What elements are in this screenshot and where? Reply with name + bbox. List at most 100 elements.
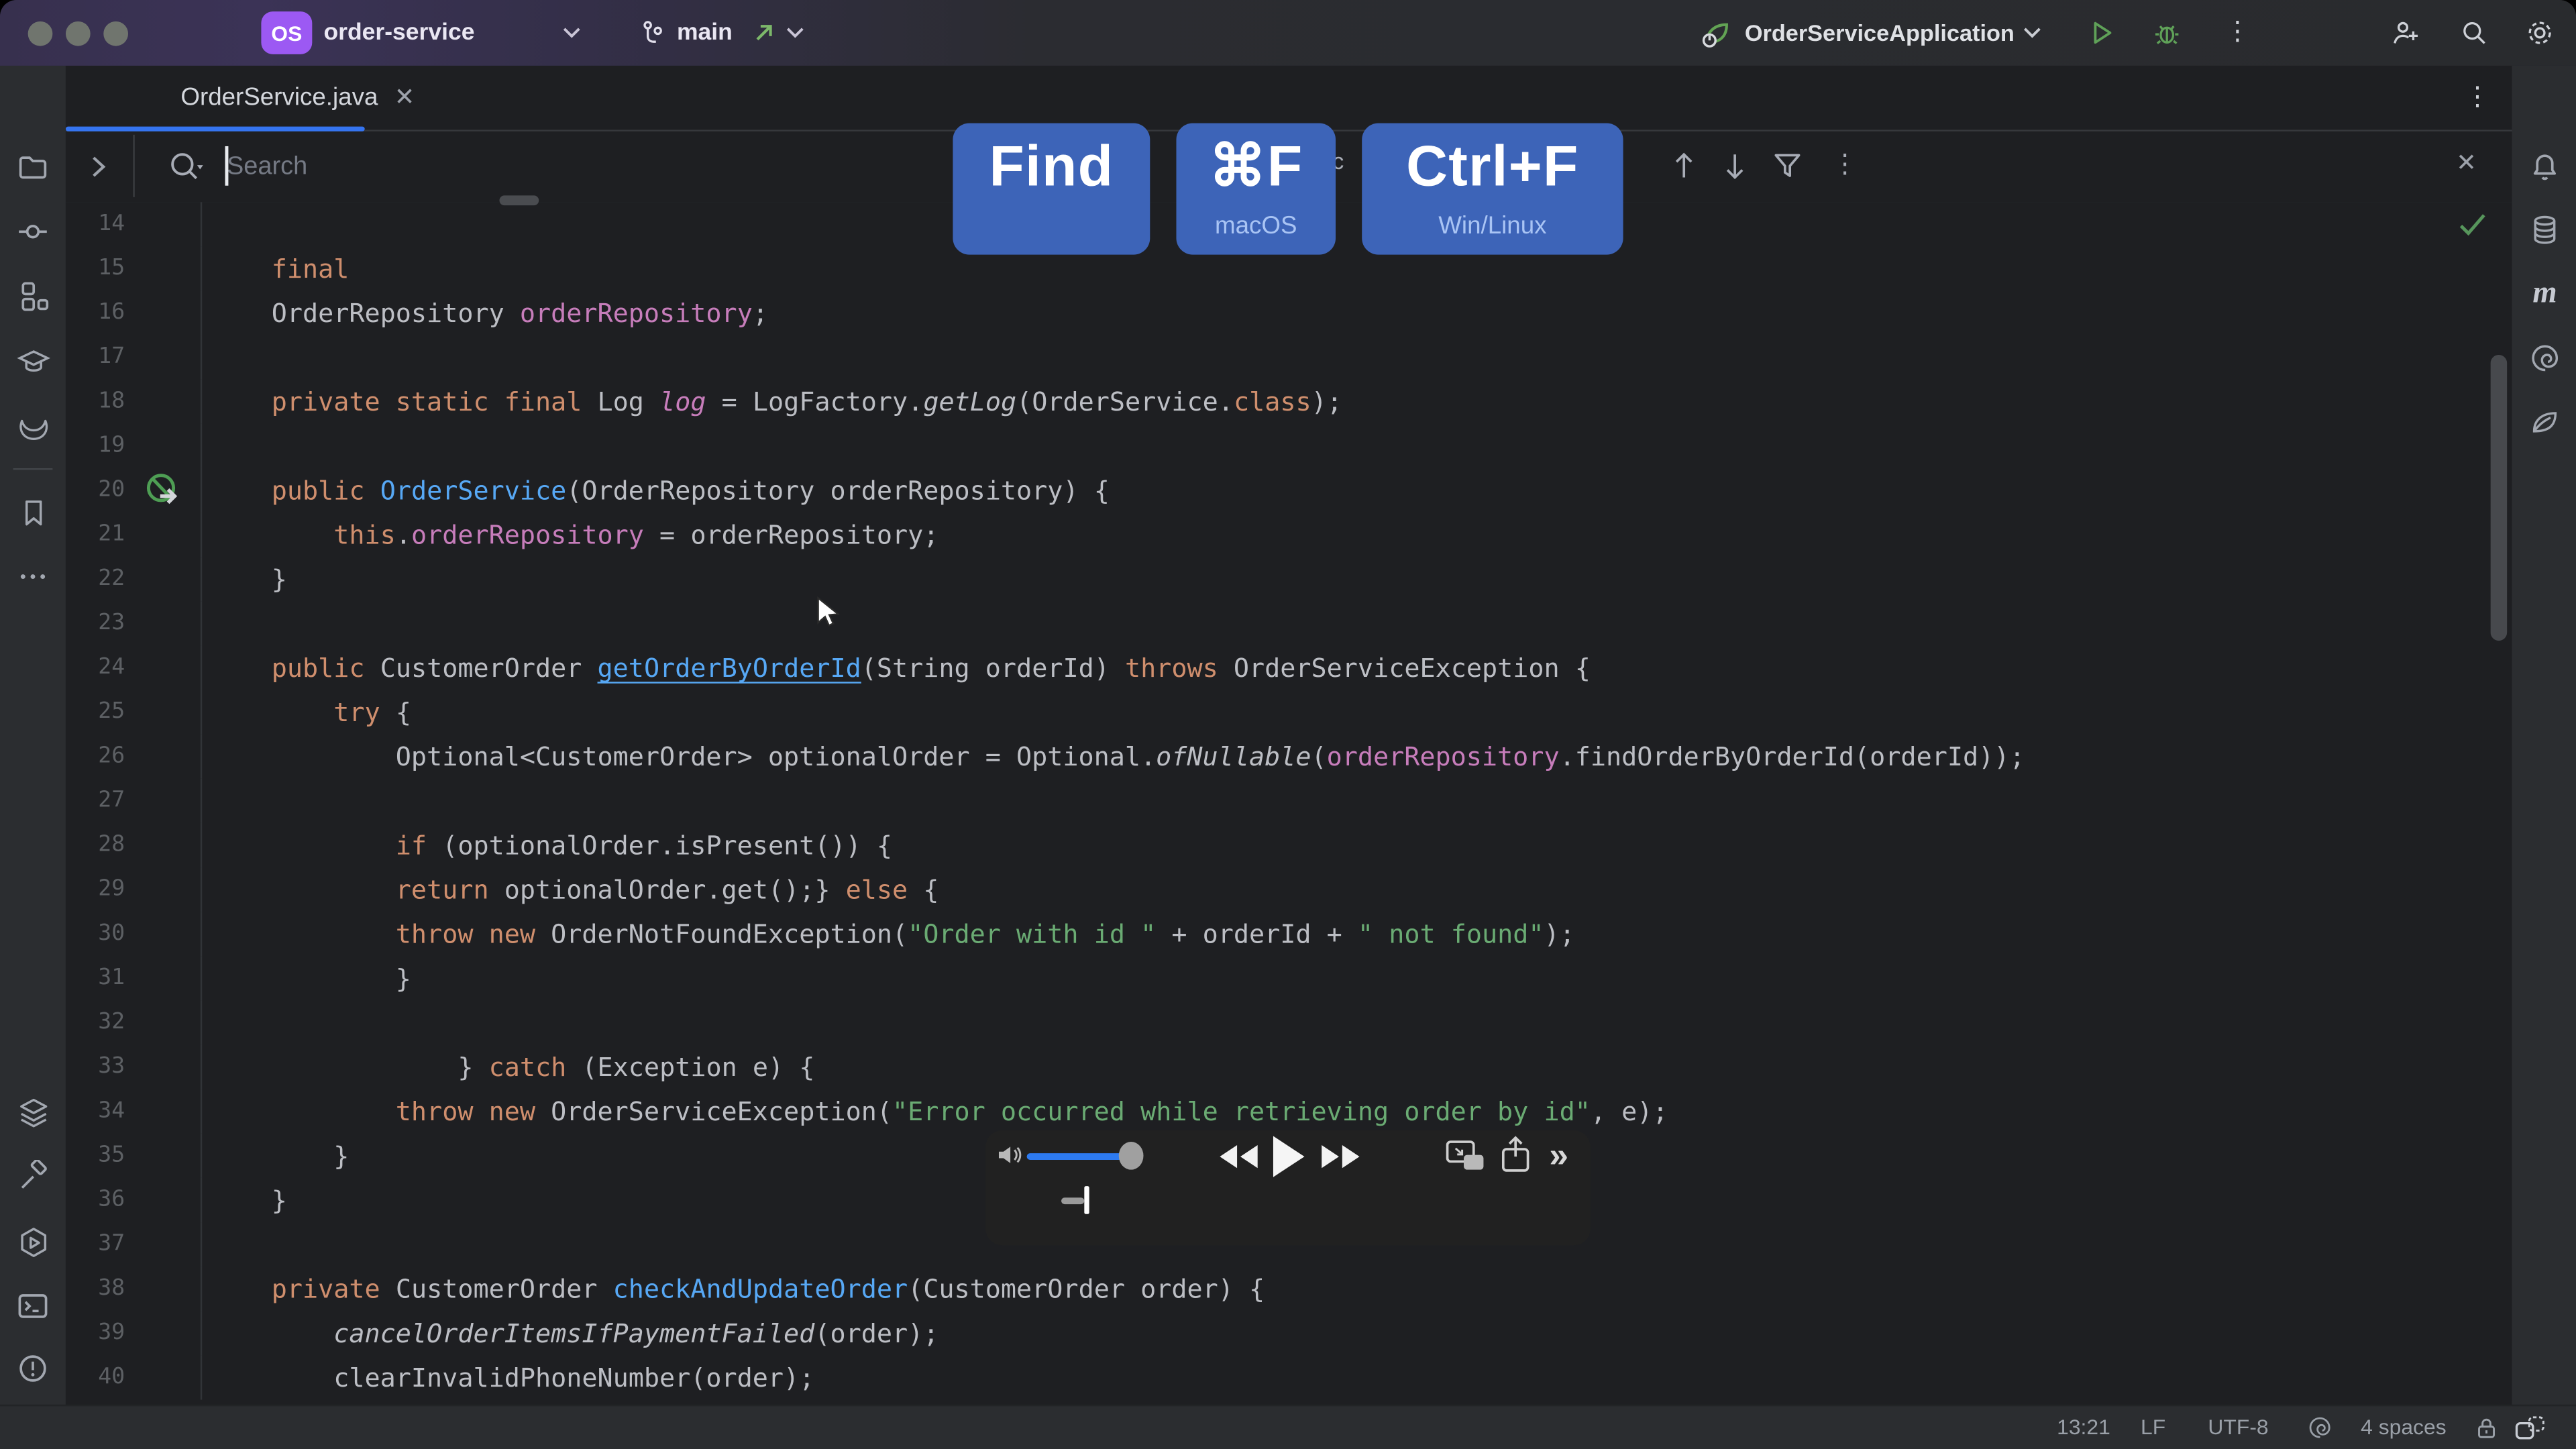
ai-status-swirl-icon[interactable] [2306,1415,2332,1441]
inspections-ok-check-icon[interactable] [2458,212,2487,237]
gutter[interactable] [125,1311,201,1355]
gutter[interactable] [125,1267,201,1311]
code-line[interactable]: 31 } [66,956,2512,1000]
window-close-button[interactable] [27,21,52,46]
code-text[interactable]: public CustomerOrder getOrderByOrderId(S… [201,645,1591,690]
window-minimize-button[interactable] [65,21,90,46]
gutter[interactable] [125,735,201,779]
code-text[interactable]: throw new OrderNotFoundException("Order … [201,912,1575,956]
code-line[interactable]: 24 public CustomerOrder getOrderByOrderI… [66,645,2512,690]
code-text[interactable]: } [201,1134,350,1178]
code-text[interactable]: } [201,1178,287,1222]
gutter[interactable] [125,1089,201,1134]
search-options-kebab[interactable]: ⋮ [1832,150,1858,182]
gutter[interactable] [125,202,201,246]
gutter[interactable] [125,424,201,468]
settings-gear-icon[interactable] [2525,18,2555,48]
search-everywhere-icon[interactable] [2459,18,2489,48]
problems-tool-icon[interactable] [15,1350,51,1387]
code-text[interactable] [201,335,209,380]
gutter[interactable] [125,1222,201,1267]
debug-button[interactable] [2152,18,2182,48]
build-hammer-icon[interactable] [15,1159,51,1195]
code-text[interactable]: cancelOrderItemsIfPaymentFailed(order); [201,1311,939,1355]
indent-style[interactable]: 4 spaces [2361,1406,2446,1449]
database-tool-icon[interactable] [2527,212,2563,248]
more-tool-windows-icon[interactable] [15,559,51,595]
file-encoding[interactable]: UTF-8 [2208,1406,2268,1449]
gutter[interactable] [125,290,201,335]
next-occurrence-icon[interactable] [1723,150,1746,182]
previous-occurrence-icon[interactable] [1672,150,1695,182]
code-line[interactable]: 25 try { [66,690,2512,735]
code-line[interactable]: 27 [66,779,2512,823]
gutter[interactable] [125,468,201,513]
code-text[interactable]: OrderRepository orderRepository; [201,290,768,335]
code-text[interactable]: try { [201,690,411,735]
tab-options-kebab[interactable]: ⋮ [2464,82,2490,115]
gutter[interactable] [125,1355,201,1399]
add-user-icon[interactable] [2390,18,2420,48]
project-selector[interactable]: order-service [323,0,474,66]
code-text[interactable] [201,601,209,645]
code-line[interactable]: 29 return optionalOrder.get();} else { [66,867,2512,912]
code-text[interactable] [201,1000,209,1044]
code-line[interactable]: 39 cancelOrderItemsIfPaymentFailed(order… [66,1311,2512,1355]
gutter[interactable] [125,823,201,867]
more-controls-chevrons[interactable]: » [1549,1140,1568,1173]
gutter[interactable] [125,557,201,601]
filter-funnel-icon[interactable] [1772,150,1802,182]
code-line[interactable]: 17 [66,335,2512,380]
scrollbar-horizontal-thumb[interactable] [499,195,539,205]
gutter[interactable] [125,513,201,557]
code-line[interactable]: 18 private static final Log log = LogFac… [66,380,2512,424]
tab-close-icon[interactable]: ✕ [394,84,415,113]
gutter[interactable] [125,380,201,424]
gutter[interactable] [125,1178,201,1222]
spring-bean-gutter-icon[interactable] [145,472,182,509]
code-text[interactable] [201,779,209,823]
code-text[interactable]: } [201,956,411,1000]
commit-tool-icon[interactable] [15,213,51,250]
learn-tool-icon[interactable] [15,343,51,380]
gutter[interactable] [125,335,201,380]
code-text[interactable]: private CustomerOrder checkAndUpdateOrde… [201,1267,1265,1311]
maven-tool-icon[interactable]: m [2527,276,2563,312]
code-text[interactable]: clearInvalidPhoneNumber(order); [201,1355,815,1399]
code-text[interactable] [201,1222,209,1267]
run-button[interactable] [2086,18,2116,48]
tab-order-service-java[interactable]: OrderService.java [180,66,378,130]
seek-playhead[interactable] [1084,1186,1088,1214]
services-layers-icon[interactable] [15,1094,51,1130]
run-services-hexagon-icon[interactable] [15,1224,51,1260]
code-text[interactable]: return optionalOrder.get();} else { [201,867,939,912]
expand-replace-chevron-icon[interactable] [91,154,107,179]
code-text[interactable]: this.orderRepository = orderRepository; [201,513,939,557]
code-line[interactable]: 19 [66,424,2512,468]
branch-selector[interactable]: main [677,0,733,66]
ai-assistant-swirl-icon[interactable] [2527,340,2563,376]
gutter[interactable] [125,1134,201,1178]
code-line[interactable]: 40 clearInvalidPhoneNumber(order); [66,1355,2512,1399]
notifications-bell-icon[interactable] [2527,150,2563,186]
scrollbar-vertical-thumb[interactable] [2491,355,2507,641]
volume-icon[interactable] [998,1143,1024,1166]
code-line[interactable]: 38 private CustomerOrder checkAndUpdateO… [66,1267,2512,1311]
more-actions-kebab[interactable]: ⋮ [2224,16,2251,49]
code-line[interactable]: 33 } catch (Exception e) { [66,1045,2512,1089]
gutter[interactable] [125,867,201,912]
gutter[interactable] [125,912,201,956]
close-search-icon[interactable]: ✕ [2456,150,2477,179]
code-line[interactable]: 22 } [66,557,2512,601]
gutter[interactable] [125,779,201,823]
code-text[interactable] [201,202,209,246]
volume-slider-track[interactable] [1027,1152,1130,1159]
gutter[interactable] [125,1045,201,1089]
screen-layout-icon[interactable] [2514,1413,2546,1444]
code-text[interactable]: final [201,246,350,290]
fast-forward-icon[interactable] [1320,1141,1362,1171]
code-text[interactable]: private static final Log log = LogFactor… [201,380,1342,424]
code-line[interactable]: 28 if (optionalOrder.isPresent()) { [66,823,2512,867]
code-line[interactable]: 16 OrderRepository orderRepository; [66,290,2512,335]
code-text[interactable]: public OrderService(OrderRepository orde… [201,468,1110,513]
